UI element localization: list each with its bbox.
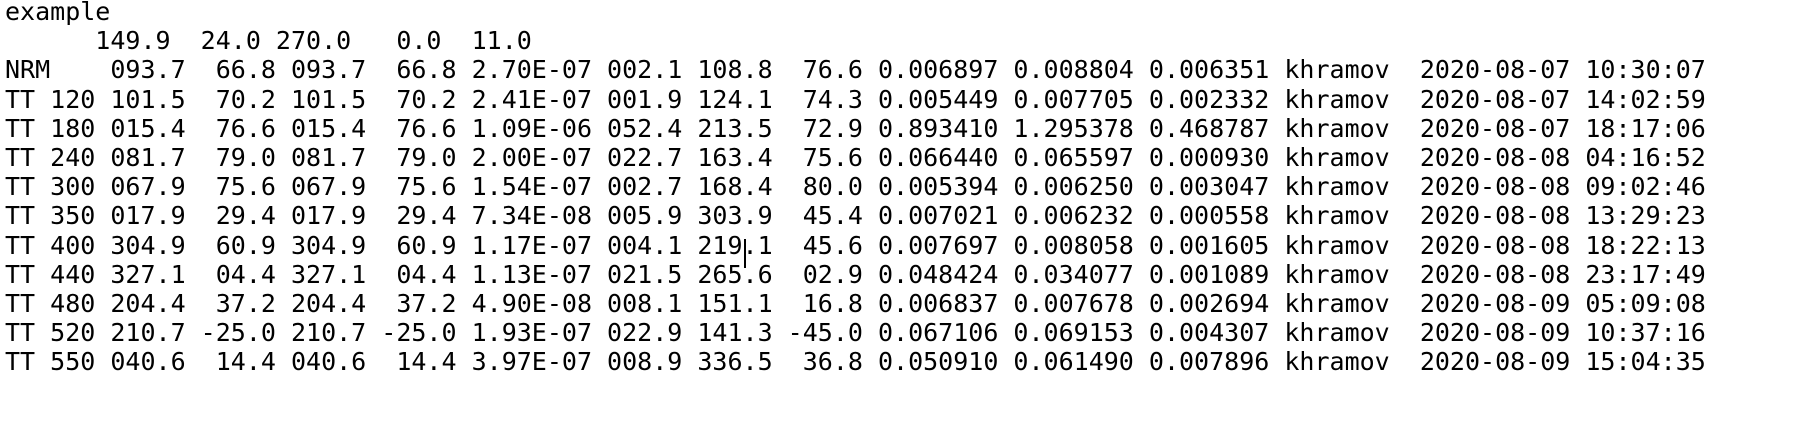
text-line: TT 300 067.9 75.6 067.9 75.6 1.54E-07 00… <box>5 172 1706 202</box>
text-line: example <box>5 0 111 26</box>
text-line: TT 520 210.7 -25.0 210.7 -25.0 1.93E-07 … <box>5 318 1706 348</box>
text-line: TT 120 101.5 70.2 101.5 70.2 2.41E-07 00… <box>5 84 1706 114</box>
text-line: TT 350 017.9 29.4 017.9 29.4 7.34E-08 00… <box>5 201 1706 231</box>
text-line: TT 180 015.4 76.6 015.4 76.6 1.09E-06 05… <box>5 113 1706 143</box>
text-editor[interactable]: example 149.9 24.0 270.0 0.0 11.0 NRM 09… <box>0 0 1820 436</box>
text-line: 149.9 24.0 270.0 0.0 11.0 <box>5 26 532 56</box>
text-line: TT 240 081.7 79.0 081.7 79.0 2.00E-07 02… <box>5 142 1706 172</box>
text-line: TT 480 204.4 37.2 204.4 37.2 4.90E-08 00… <box>5 288 1706 318</box>
text-cursor <box>744 239 746 268</box>
text-line: TT 550 040.6 14.4 040.6 14.4 3.97E-07 00… <box>5 347 1706 377</box>
text-line: NRM 093.7 66.8 093.7 66.8 2.70E-07 002.1… <box>5 55 1706 85</box>
text-content[interactable]: example 149.9 24.0 270.0 0.0 11.0 NRM 09… <box>5 0 1706 376</box>
text-line: TT 440 327.1 04.4 327.1 04.4 1.13E-07 02… <box>5 259 1706 289</box>
text-line: TT 400 304.9 60.9 304.9 60.9 1.17E-07 00… <box>5 230 1706 260</box>
